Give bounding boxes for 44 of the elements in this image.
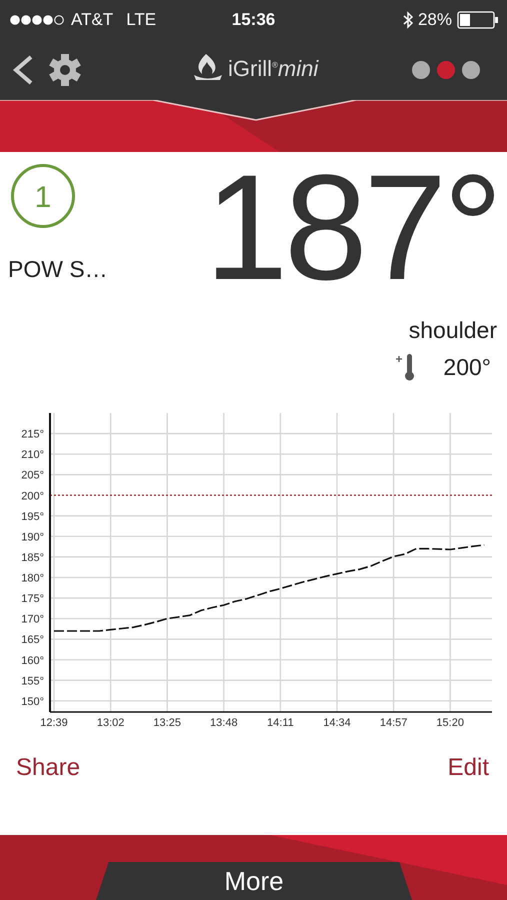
app-logo-text: iGrill$^{®}$mini xyxy=(228,56,318,82)
battery-percent: 28% xyxy=(418,10,452,30)
y-tick-label: 215° xyxy=(21,428,44,441)
y-tick-label: 205° xyxy=(21,470,44,482)
x-tick-label: 12:39 xyxy=(40,717,68,729)
bluetooth-icon xyxy=(402,11,413,29)
edit-link[interactable]: Edit xyxy=(448,754,489,782)
target-temperature: 200° xyxy=(443,354,491,380)
meat-label: shoulder xyxy=(408,317,497,344)
y-tick-label: 175° xyxy=(21,593,44,606)
x-tick-label: 13:48 xyxy=(210,717,238,729)
y-tick-label: 190° xyxy=(21,531,44,544)
y-tick-label: 195° xyxy=(21,510,44,523)
probe-name: POW S… xyxy=(8,256,108,283)
x-tick-label: 13:02 xyxy=(96,717,124,729)
page-dot[interactable] xyxy=(412,61,430,79)
x-tick-label: 13:25 xyxy=(153,717,181,729)
y-tick-label: 210° xyxy=(21,449,44,462)
more-tab[interactable]: More xyxy=(96,862,412,900)
signal-icon xyxy=(10,15,66,25)
clock-text: 15:36 xyxy=(232,10,276,30)
x-tick-label: 15:20 xyxy=(436,717,464,729)
x-tick-label: 14:34 xyxy=(323,717,351,729)
back-icon[interactable] xyxy=(12,55,34,85)
y-tick-label: 200° xyxy=(21,490,44,502)
y-tick-label: 180° xyxy=(21,572,44,584)
y-tick-label: 155° xyxy=(21,675,44,688)
carrier-text: AT&T xyxy=(71,10,114,30)
x-tick-label: 14:11 xyxy=(267,717,294,729)
battery-icon xyxy=(457,11,499,29)
share-link[interactable]: Share xyxy=(16,754,80,782)
settings-icon[interactable] xyxy=(48,53,82,87)
flame-icon xyxy=(192,52,224,82)
y-tick-label: 185° xyxy=(21,552,44,564)
page-dot[interactable] xyxy=(437,61,455,79)
temperature-reading: 187° xyxy=(204,152,499,313)
page-dot[interactable] xyxy=(462,61,480,79)
network-text: LTE xyxy=(126,10,156,30)
y-tick-label: 165° xyxy=(21,634,44,646)
y-tick-label: 150° xyxy=(21,696,44,708)
probe-number: 1 xyxy=(11,164,75,228)
y-tick-label: 160° xyxy=(21,654,44,667)
y-tick-label: 170° xyxy=(21,614,44,626)
x-tick-label: 14:57 xyxy=(380,717,408,729)
